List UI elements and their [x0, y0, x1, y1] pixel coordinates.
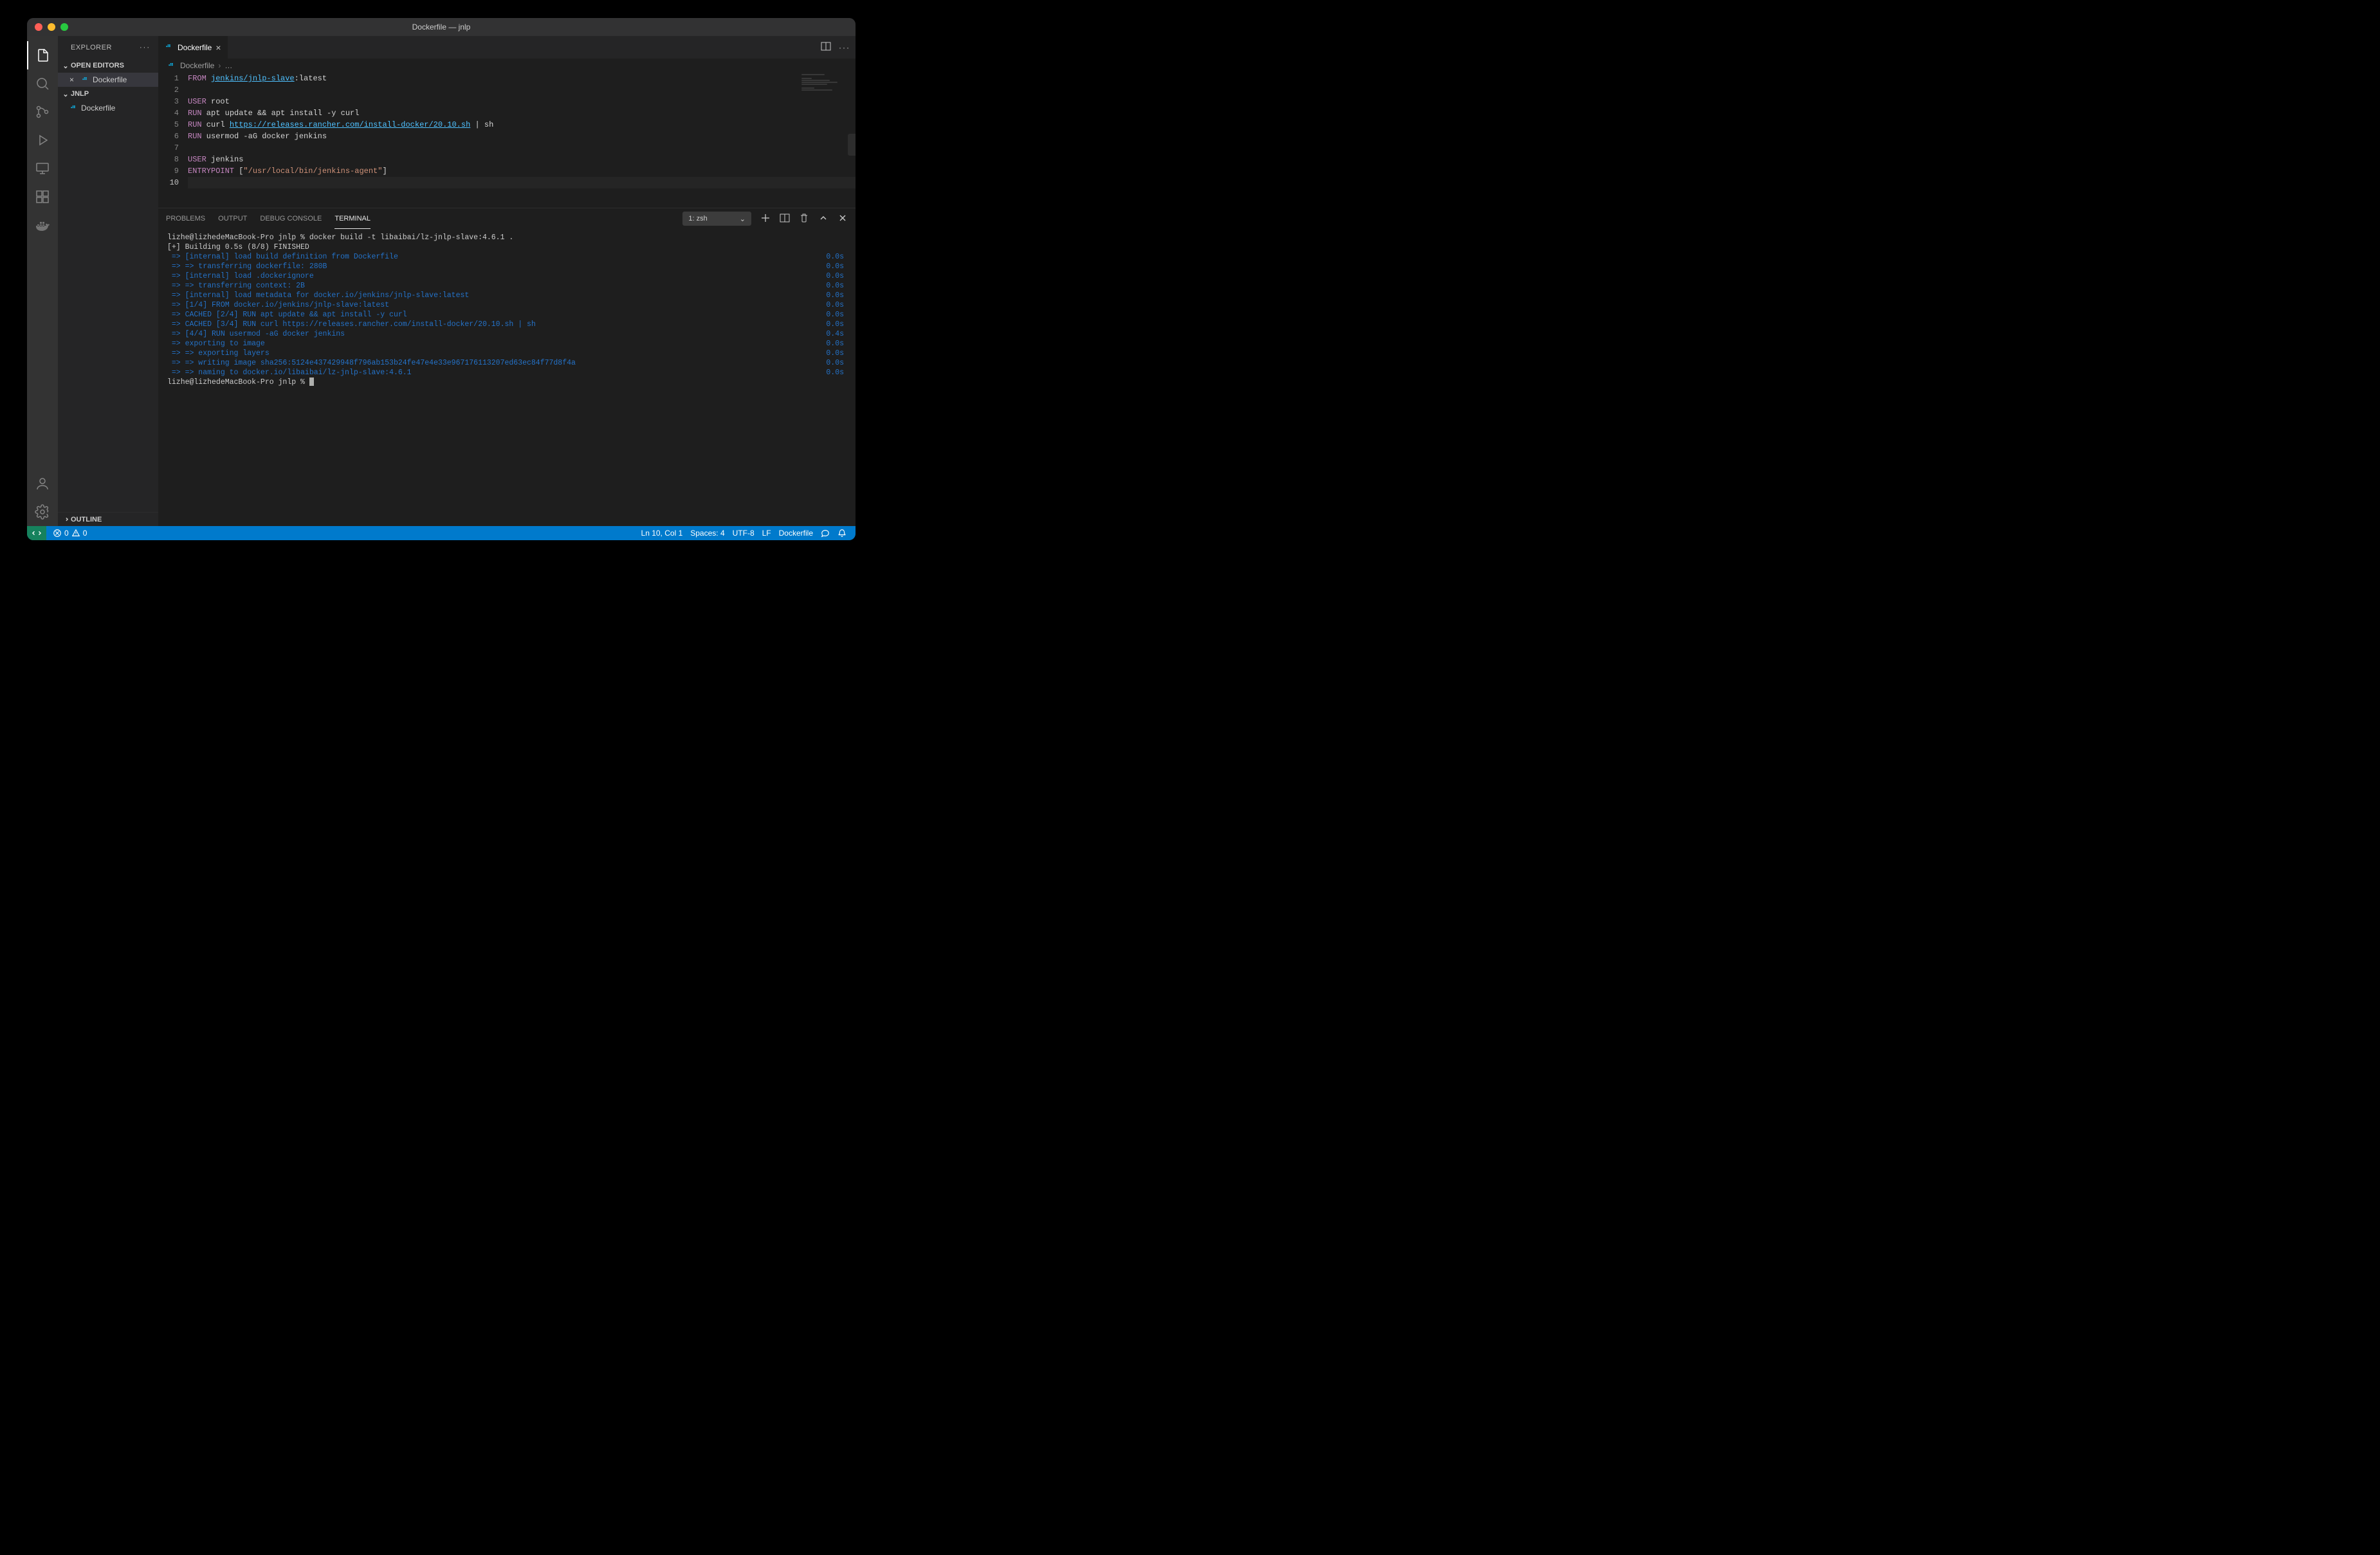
dockerfile-icon [69, 103, 78, 114]
remote-indicator[interactable] [27, 526, 46, 540]
open-editor-item[interactable]: × Dockerfile [58, 73, 158, 87]
maximize-window-button[interactable] [60, 23, 68, 31]
panel-tab-terminal[interactable]: TERMINAL [334, 208, 371, 229]
chevron-right-icon: ⌄ [62, 514, 70, 525]
open-editors-section[interactable]: ⌄ OPEN EDITORS [58, 59, 158, 73]
notifications-icon[interactable] [834, 526, 850, 540]
code-line[interactable]: FROM jenkins/jnlp-slave:latest [188, 73, 856, 84]
sidebar-title: EXPLORER [71, 44, 112, 51]
traffic-lights [27, 23, 68, 31]
cursor-position[interactable]: Ln 10, Col 1 [637, 526, 687, 540]
close-tab-icon[interactable]: × [215, 42, 221, 53]
editor-actions: ··· [821, 36, 856, 59]
search-icon[interactable] [27, 69, 58, 98]
line-gutter: 12345678910 [158, 73, 188, 188]
chevron-down-icon: ⌄ [740, 215, 746, 223]
dockerfile-icon [81, 75, 90, 86]
code-area[interactable]: FROM jenkins/jnlp-slave:latest USER root… [188, 73, 856, 188]
chevron-down-icon: ⌄ [60, 90, 71, 98]
terminal-selector[interactable]: 1: zsh ⌄ [682, 212, 751, 226]
breadcrumb-more: … [224, 61, 232, 70]
code-line[interactable] [188, 177, 856, 188]
panel-tab-problems[interactable]: PROBLEMS [166, 208, 205, 229]
tab-label: Dockerfile [178, 43, 212, 52]
chevron-down-icon: ⌄ [60, 62, 71, 70]
status-bar: 0 0 Ln 10, Col 1 Spaces: 4 UTF-8 LF Dock… [27, 526, 856, 540]
code-line[interactable]: USER root [188, 96, 856, 107]
sidebar-header: EXPLORER ··· [58, 36, 158, 59]
panel-tab-debug-console[interactable]: DEBUG CONSOLE [260, 208, 322, 229]
dockerfile-icon [165, 42, 174, 53]
close-window-button[interactable] [35, 23, 42, 31]
project-label: JNLP [71, 90, 89, 98]
open-editors-label: OPEN EDITORS [71, 62, 124, 69]
source-control-icon[interactable] [27, 98, 58, 126]
split-editor-icon[interactable] [821, 41, 831, 53]
close-icon[interactable]: × [69, 75, 78, 84]
explorer-icon[interactable] [27, 41, 58, 69]
code-line[interactable]: RUN apt update && apt install -y curl [188, 107, 856, 119]
remote-explorer-icon[interactable] [27, 154, 58, 183]
language-mode[interactable]: Dockerfile [775, 526, 817, 540]
bottom-panel: PROBLEMS OUTPUT DEBUG CONSOLE TERMINAL 1: z… [158, 208, 856, 526]
breadcrumb[interactable]: Dockerfile › … [158, 59, 856, 73]
new-terminal-icon[interactable] [760, 213, 771, 225]
window-title: Dockerfile — jnlp [27, 23, 856, 32]
extensions-icon[interactable] [27, 183, 58, 211]
minimize-window-button[interactable] [48, 23, 55, 31]
explorer-sidebar: EXPLORER ··· ⌄ OPEN EDITORS × Dockerfile… [58, 36, 158, 526]
docker-extension-icon[interactable] [27, 211, 58, 239]
titlebar: Dockerfile — jnlp [27, 18, 856, 36]
more-actions-icon[interactable]: ··· [839, 43, 850, 52]
eol-status[interactable]: LF [758, 526, 775, 540]
code-line[interactable]: RUN usermod -aG docker jenkins [188, 131, 856, 142]
outline-label: OUTLINE [71, 516, 102, 523]
trash-icon[interactable] [799, 213, 809, 225]
editor-group: Dockerfile × ··· Dockerfile › … [158, 36, 856, 526]
editor-tabs: Dockerfile × ··· [158, 36, 856, 59]
open-editor-label: Dockerfile [93, 75, 127, 84]
terminal-selector-label: 1: zsh [688, 215, 707, 223]
code-line[interactable] [188, 84, 856, 96]
panel-tabs: PROBLEMS OUTPUT DEBUG CONSOLE TERMINAL 1: z… [158, 208, 856, 229]
feedback-icon[interactable] [817, 526, 834, 540]
warning-count: 0 [83, 529, 87, 538]
editor-split-handle[interactable] [848, 134, 856, 156]
outline-section[interactable]: ⌄ OUTLINE [58, 512, 158, 526]
breadcrumb-file: Dockerfile [180, 61, 214, 70]
code-line[interactable]: RUN curl https://releases.rancher.com/in… [188, 119, 856, 131]
code-line[interactable] [188, 142, 856, 154]
chevron-up-icon[interactable] [818, 213, 828, 225]
chevron-right-icon: › [218, 61, 221, 70]
code-line[interactable]: ENTRYPOINT ["/usr/local/bin/jenkins-agen… [188, 165, 856, 177]
activity-bar [27, 36, 58, 526]
file-tree-label: Dockerfile [81, 104, 115, 113]
terminal[interactable]: lizhe@lizhedeMacBook-Pro jnlp % docker b… [158, 229, 856, 526]
file-tree-item[interactable]: Dockerfile [58, 101, 158, 115]
indentation-status[interactable]: Spaces: 4 [686, 526, 728, 540]
encoding-status[interactable]: UTF-8 [729, 526, 758, 540]
code-editor[interactable]: 12345678910 FROM jenkins/jnlp-slave:late… [158, 73, 856, 208]
split-terminal-icon[interactable] [780, 213, 790, 225]
panel-tab-output[interactable]: OUTPUT [218, 208, 247, 229]
minimap[interactable] [801, 74, 853, 106]
more-actions-icon[interactable]: ··· [140, 44, 151, 51]
problems-status[interactable]: 0 0 [49, 526, 91, 540]
close-panel-icon[interactable] [838, 213, 848, 225]
error-count: 0 [64, 529, 69, 538]
run-debug-icon[interactable] [27, 126, 58, 154]
accounts-icon[interactable] [27, 469, 58, 498]
project-section[interactable]: ⌄ JNLP [58, 87, 158, 101]
code-line[interactable]: USER jenkins [188, 154, 856, 165]
editor-tab[interactable]: Dockerfile × [158, 36, 228, 59]
vscode-window: Dockerfile — jnlp [27, 18, 856, 540]
dockerfile-icon [167, 60, 176, 71]
settings-gear-icon[interactable] [27, 498, 58, 526]
